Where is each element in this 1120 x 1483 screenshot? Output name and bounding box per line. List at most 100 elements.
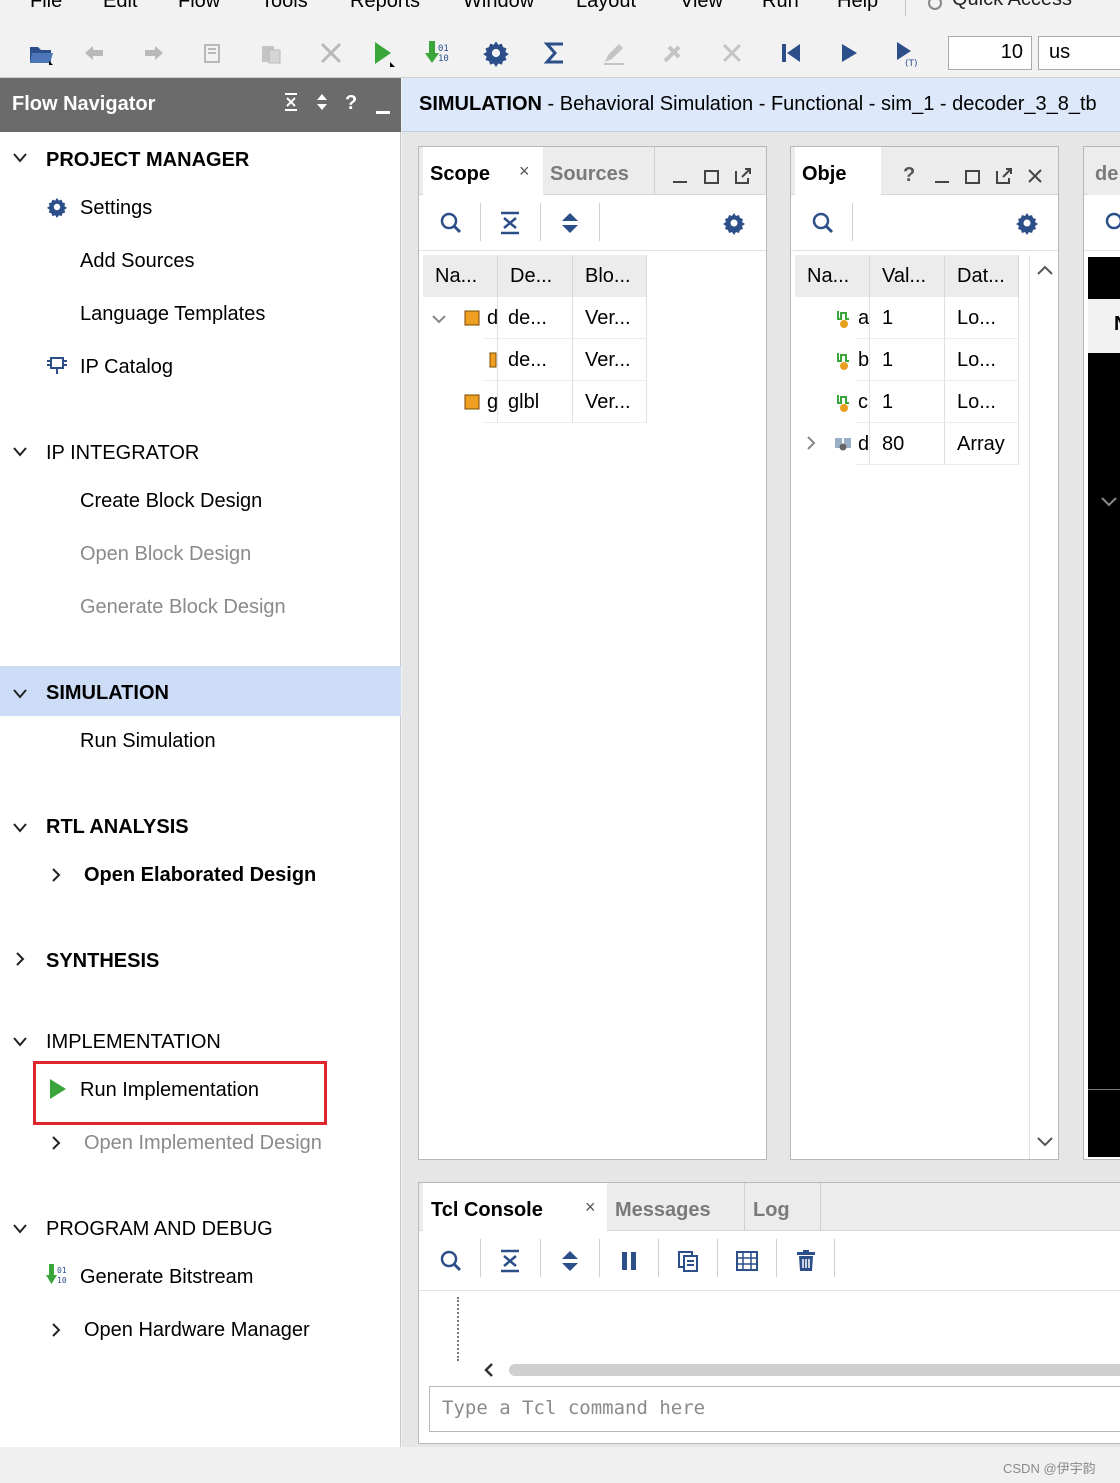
column-header-name[interactable]: Na...	[795, 255, 870, 297]
gear-icon[interactable]	[722, 211, 746, 240]
tab-objects[interactable]: Obje	[795, 147, 881, 195]
chevron-down-icon[interactable]	[12, 148, 28, 169]
chevron-down-icon[interactable]	[12, 818, 28, 839]
menu-layout[interactable]: Layout	[576, 0, 636, 13]
restart-button[interactable]	[776, 38, 806, 68]
maximize-icon[interactable]	[703, 167, 721, 190]
tab-messages[interactable]: Messages	[609, 1183, 745, 1231]
edit-button[interactable]	[599, 38, 629, 68]
run-for-time-button[interactable]: (T)	[892, 38, 922, 68]
chevron-up-icon[interactable]	[1036, 263, 1054, 281]
menu-view[interactable]: View	[680, 0, 723, 13]
chevron-right-icon[interactable]	[805, 435, 817, 456]
help-icon[interactable]: ?	[345, 92, 357, 115]
nav-item-add-sources[interactable]: Add Sources	[80, 250, 195, 273]
collapse-all-icon[interactable]	[499, 211, 521, 240]
close-icon[interactable]	[1026, 167, 1044, 190]
chevron-down-icon[interactable]	[12, 442, 28, 463]
section-implementation[interactable]: IMPLEMENTATION	[46, 1031, 221, 1054]
menu-tools[interactable]: Tools	[261, 0, 308, 13]
generate-bitstream-button[interactable]: 01 10	[424, 38, 454, 68]
expand-all-icon[interactable]	[314, 92, 330, 118]
menu-help[interactable]: Help	[837, 0, 878, 13]
menu-run[interactable]: Run	[762, 0, 799, 13]
delete-button[interactable]	[316, 38, 346, 68]
column-header-block-type[interactable]: Blo...	[573, 255, 647, 297]
menu-reports[interactable]: Reports	[350, 0, 420, 13]
expand-all-icon[interactable]	[559, 211, 581, 240]
chevron-right-icon[interactable]	[50, 1322, 62, 1343]
tab-tcl-console[interactable]: Tcl Console	[423, 1183, 607, 1231]
collapse-all-icon[interactable]	[283, 92, 299, 118]
paste-button[interactable]	[256, 38, 286, 68]
nav-item-create-block-design[interactable]: Create Block Design	[80, 490, 262, 513]
nav-item-open-implemented-design[interactable]: Open Implemented Design	[84, 1132, 322, 1155]
remove-marker-button[interactable]	[717, 38, 747, 68]
tab-sources[interactable]: Sources	[545, 147, 655, 195]
close-icon[interactable]: ×	[519, 161, 530, 182]
menu-file[interactable]: File	[30, 0, 62, 13]
chevron-down-icon[interactable]	[1036, 1135, 1054, 1153]
column-header-value[interactable]: Val...	[870, 255, 945, 297]
section-project-manager[interactable]: PROJECT MANAGER	[46, 149, 249, 172]
menu-flow[interactable]: Flow	[178, 0, 220, 13]
section-synthesis[interactable]: SYNTHESIS	[46, 950, 159, 973]
tab-waveform[interactable]: de	[1088, 147, 1120, 195]
float-icon[interactable]	[995, 167, 1013, 190]
chevron-left-icon[interactable]	[483, 1362, 495, 1383]
section-simulation[interactable]: SIMULATION	[46, 682, 169, 705]
objects-scrollbar[interactable]	[1029, 255, 1058, 1159]
table-view-icon[interactable]	[735, 1249, 759, 1278]
settings-button[interactable]	[481, 38, 511, 68]
console-horizontal-scrollbar[interactable]	[479, 1359, 1120, 1381]
add-marker-button[interactable]	[658, 38, 688, 68]
menu-window[interactable]: Window	[463, 0, 534, 13]
chevron-down-icon[interactable]	[12, 684, 28, 705]
minimize-icon[interactable]	[671, 167, 689, 190]
waveform-canvas[interactable]: N	[1088, 257, 1120, 1157]
run-simulation-button[interactable]	[368, 38, 398, 68]
simulation-time-input[interactable]: 10	[948, 36, 1032, 70]
chevron-down-icon[interactable]	[12, 1032, 28, 1053]
scrollbar-thumb[interactable]	[509, 1364, 1120, 1376]
search-icon[interactable]	[1104, 211, 1120, 240]
chevron-right-icon[interactable]	[14, 951, 26, 972]
simulation-time-unit-select[interactable]: us	[1038, 36, 1120, 70]
nav-item-ip-catalog[interactable]: IP Catalog	[80, 356, 173, 379]
minimize-icon[interactable]	[933, 167, 951, 190]
column-header-data-type[interactable]: Dat...	[945, 255, 1019, 297]
help-icon[interactable]: ?	[903, 164, 915, 187]
search-icon[interactable]	[811, 211, 835, 240]
undo-button[interactable]	[80, 38, 110, 68]
nav-item-language-templates[interactable]: Language Templates	[80, 303, 265, 326]
quick-access-search[interactable]: Quick Access	[905, 0, 1120, 16]
tcl-command-input[interactable]: Type a Tcl command here	[429, 1386, 1120, 1432]
chevron-down-icon[interactable]	[1100, 495, 1118, 513]
collapse-all-icon[interactable]	[499, 1249, 521, 1278]
tab-log[interactable]: Log	[747, 1183, 821, 1231]
redo-button[interactable]	[138, 38, 168, 68]
section-ip-integrator[interactable]: IP INTEGRATOR	[46, 442, 199, 465]
menu-edit[interactable]: Edit	[103, 0, 137, 13]
nav-item-open-hardware-manager[interactable]: Open Hardware Manager	[84, 1319, 310, 1342]
nav-item-generate-bitstream[interactable]: Generate Bitstream	[80, 1266, 253, 1289]
report-utilization-button[interactable]	[540, 38, 570, 68]
column-header-design-unit[interactable]: De...	[498, 255, 573, 297]
float-icon[interactable]	[734, 167, 752, 190]
minimize-icon[interactable]	[375, 98, 391, 121]
nav-item-run-simulation[interactable]: Run Simulation	[80, 730, 216, 753]
pause-icon[interactable]	[619, 1249, 639, 1278]
close-icon[interactable]: ×	[585, 1197, 596, 1218]
search-icon[interactable]	[439, 211, 463, 240]
nav-item-open-block-design[interactable]: Open Block Design	[80, 543, 251, 566]
column-header-name[interactable]: Na...	[423, 255, 498, 297]
chevron-down-icon[interactable]	[431, 313, 447, 331]
nav-item-generate-block-design[interactable]: Generate Block Design	[80, 596, 286, 619]
gear-icon[interactable]	[1015, 211, 1039, 240]
open-project-button[interactable]	[26, 38, 56, 68]
copy-icon[interactable]	[676, 1249, 700, 1278]
nav-item-settings[interactable]: Settings	[80, 197, 152, 220]
maximize-icon[interactable]	[964, 167, 982, 190]
section-rtl-analysis[interactable]: RTL ANALYSIS	[46, 816, 189, 839]
chevron-right-icon[interactable]	[50, 867, 62, 888]
